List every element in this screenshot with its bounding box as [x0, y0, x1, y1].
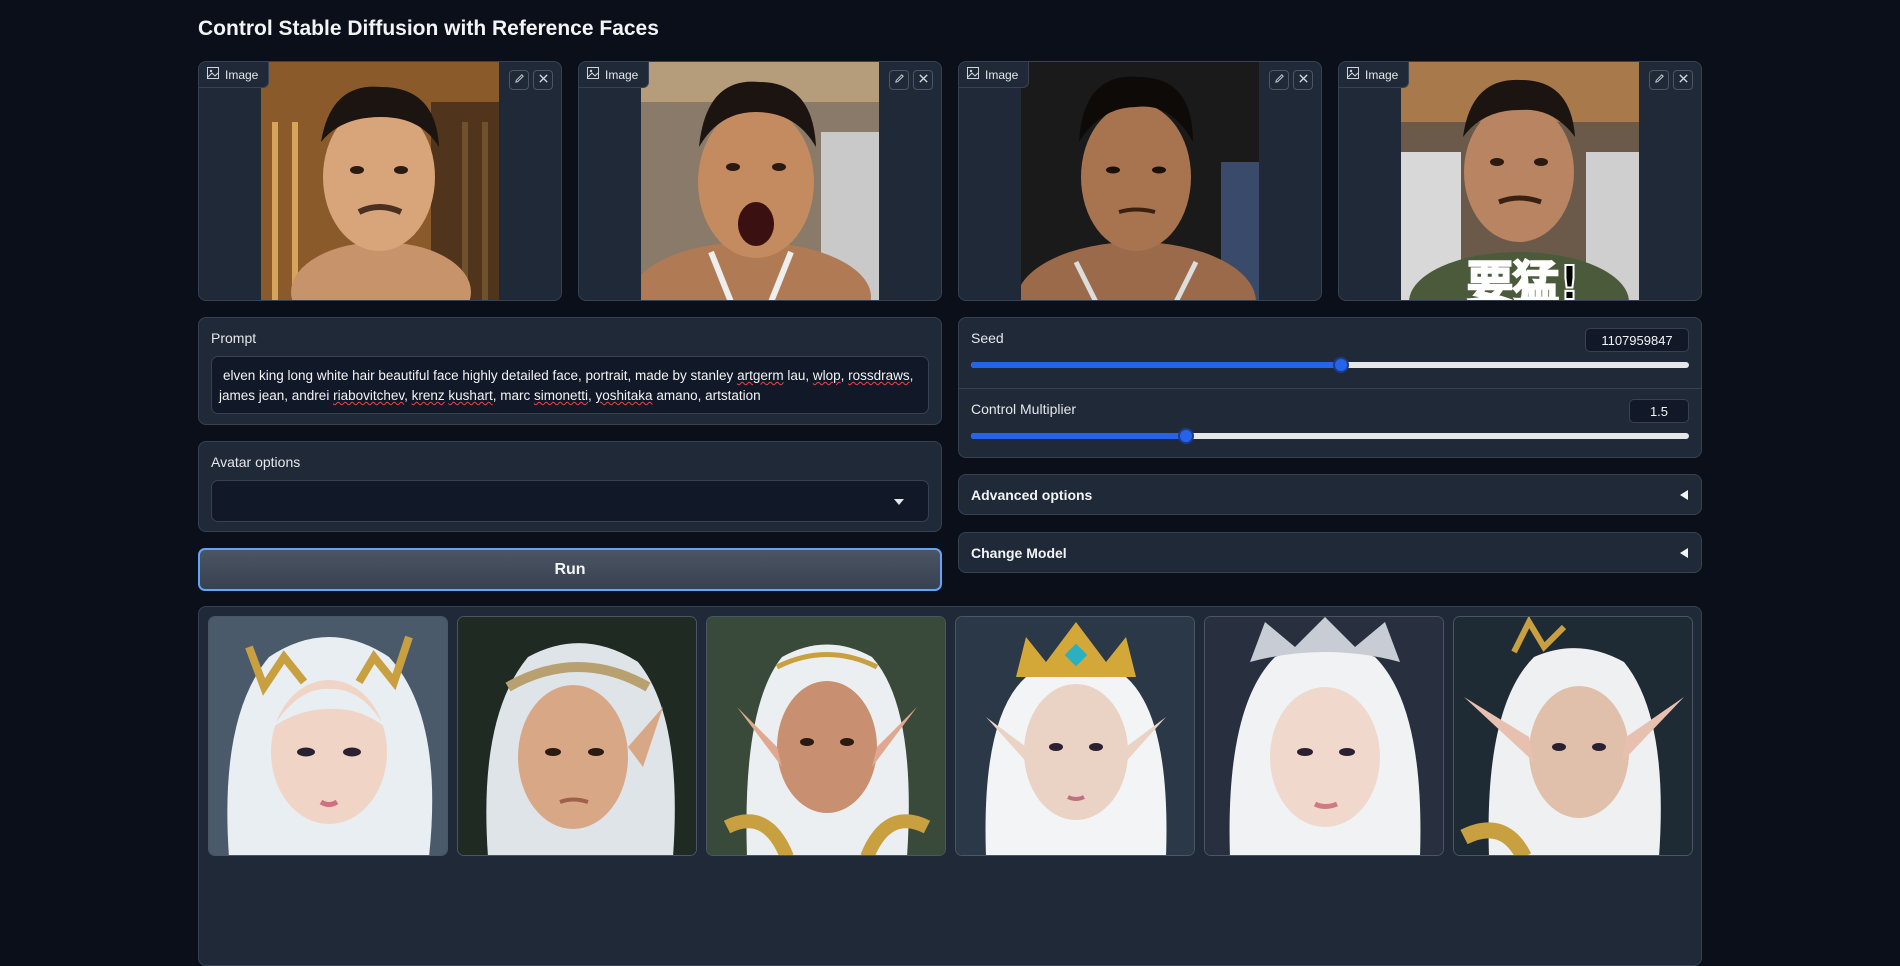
reference-image-3[interactable]: Image: [958, 61, 1322, 301]
seed-slider[interactable]: [971, 357, 1689, 373]
collapse-arrow-icon: [1680, 490, 1688, 500]
avatar-options-panel: Avatar options: [198, 441, 942, 532]
pencil-icon: [894, 73, 905, 87]
close-icon: [1298, 73, 1309, 87]
gallery-item-6[interactable]: [1453, 616, 1693, 856]
run-button[interactable]: Run: [198, 548, 942, 591]
control-multiplier-slider-thumb[interactable]: [1178, 428, 1195, 444]
reference-face-2-photo: [641, 62, 879, 300]
reference-image-4[interactable]: Image 要猛!: [1338, 61, 1702, 301]
seed-slider-fill: [971, 362, 1342, 368]
gallery-item-2[interactable]: [457, 616, 697, 856]
reference-face-3-photo: [1021, 62, 1259, 300]
close-icon: [918, 73, 929, 87]
control-multiplier-slider-fill: [971, 433, 1187, 439]
gallery-item-3[interactable]: [706, 616, 946, 856]
control-multiplier-number-input[interactable]: 1.5: [1629, 399, 1689, 423]
pencil-icon: [1654, 73, 1665, 87]
image-label: Image: [579, 62, 650, 88]
elf-portrait-1: [209, 617, 447, 855]
edit-image-button[interactable]: [1269, 70, 1289, 90]
control-multiplier-slider[interactable]: [971, 428, 1689, 444]
image-label: Image: [959, 62, 1030, 88]
elf-portrait-2: [458, 617, 696, 855]
prompt-label: Prompt: [211, 330, 257, 346]
advanced-options-accordion[interactable]: Advanced options: [958, 474, 1702, 515]
image-icon: [587, 67, 599, 82]
close-icon: [1678, 73, 1689, 87]
pencil-icon: [1274, 73, 1285, 87]
close-icon: [538, 73, 549, 87]
gallery-item-4[interactable]: [955, 616, 1195, 856]
image-icon: [967, 67, 979, 82]
elf-portrait-4: [956, 617, 1194, 855]
edit-image-button[interactable]: [509, 70, 529, 90]
reference-image-1[interactable]: Image: [198, 61, 562, 301]
image-label: Image: [1339, 62, 1410, 88]
page-title: Control Stable Diffusion with Reference …: [198, 17, 659, 40]
clear-image-button[interactable]: [1673, 70, 1693, 90]
edit-image-button[interactable]: [1649, 70, 1669, 90]
prompt-panel: Prompt elven king long white hair beauti…: [198, 317, 942, 425]
seed-slider-thumb[interactable]: [1333, 357, 1350, 373]
collapse-arrow-icon: [1680, 548, 1688, 558]
clear-image-button[interactable]: [913, 70, 933, 90]
image-icon: [1347, 67, 1359, 82]
prompt-textarea[interactable]: elven king long white hair beautiful fac…: [211, 356, 929, 414]
pencil-icon: [514, 73, 525, 87]
gallery-item-5[interactable]: [1204, 616, 1444, 856]
elf-portrait-3: [707, 617, 945, 855]
elf-portrait-5: [1205, 617, 1443, 855]
clear-image-button[interactable]: [533, 70, 553, 90]
seed-row: Seed 1107959847: [959, 318, 1701, 388]
control-multiplier-row: Control Multiplier 1.5: [959, 389, 1701, 459]
avatar-options-label: Avatar options: [211, 454, 301, 470]
gallery-item-1[interactable]: [208, 616, 448, 856]
elf-portrait-6: [1454, 617, 1692, 855]
seed-label: Seed: [971, 330, 1004, 346]
output-gallery: [198, 606, 1702, 966]
control-multiplier-label: Control Multiplier: [971, 401, 1077, 417]
change-model-accordion[interactable]: Change Model: [958, 532, 1702, 573]
edit-image-button[interactable]: [889, 70, 909, 90]
reference-image-2[interactable]: Image: [578, 61, 942, 301]
chevron-down-icon: [894, 499, 904, 505]
seed-number-input[interactable]: 1107959847: [1585, 328, 1689, 352]
clear-image-button[interactable]: [1293, 70, 1313, 90]
sliders-panel: Seed 1107959847 Control Multiplier 1.5: [958, 317, 1702, 458]
reference-face-1-photo: [261, 62, 499, 300]
avatar-options-dropdown[interactable]: [211, 480, 929, 522]
overlay-caption: 要猛!: [1466, 255, 1581, 301]
image-icon: [207, 67, 219, 82]
image-label: Image: [199, 62, 270, 88]
